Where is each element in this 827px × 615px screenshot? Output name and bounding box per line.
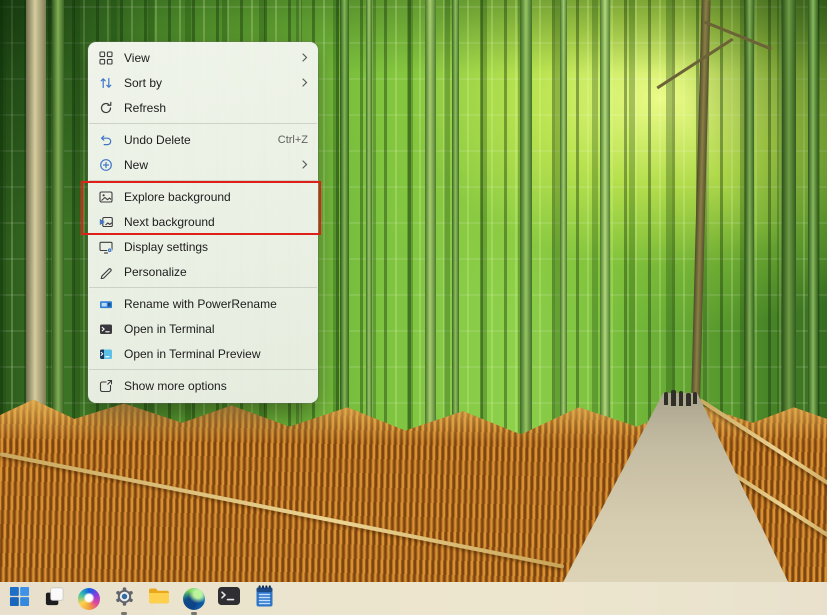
menu-item-explore-background[interactable]: Explore background — [88, 184, 318, 209]
terminal-icon — [98, 321, 113, 336]
menu-item-show-more-options[interactable]: Show more options — [88, 373, 318, 398]
powerrename-icon — [98, 296, 113, 311]
task-view-icon — [44, 586, 65, 612]
menu-item-new[interactable]: New — [88, 152, 318, 177]
edge-browser-icon — [183, 588, 205, 610]
menu-item-label: Personalize — [124, 265, 308, 279]
undo-icon — [98, 132, 113, 147]
folder-icon — [148, 587, 170, 610]
menu-item-open-in-terminal[interactable]: Open in Terminal — [88, 316, 318, 341]
taskbar-settings-button[interactable] — [112, 587, 136, 611]
menu-item-refresh[interactable]: Refresh — [88, 95, 318, 120]
taskbar-terminal-button[interactable] — [217, 587, 241, 611]
menu-item-label: Open in Terminal — [124, 322, 308, 336]
taskbar-copilot-button[interactable] — [77, 587, 101, 611]
running-indicator — [191, 612, 197, 615]
menu-item-label: Open in Terminal Preview — [124, 347, 308, 361]
menu-item-label: Display settings — [124, 240, 308, 254]
menu-item-personalize[interactable]: Personalize — [88, 259, 318, 284]
chevron-right-icon — [302, 78, 308, 87]
terminal-icon — [218, 587, 240, 610]
taskbar-file-explorer-button[interactable] — [147, 587, 171, 611]
person-silhouette — [686, 393, 691, 406]
menu-item-undo-delete[interactable]: Undo Delete Ctrl+Z — [88, 127, 318, 152]
terminal-preview-icon — [98, 346, 113, 361]
running-indicator — [121, 612, 127, 615]
notepad-icon — [256, 585, 273, 612]
taskbar-task-view-button[interactable] — [42, 587, 66, 611]
settings-gear-icon — [114, 586, 135, 612]
taskbar-start-button[interactable] — [7, 587, 31, 611]
menu-item-view[interactable]: View — [88, 45, 318, 70]
show-more-icon — [98, 378, 113, 393]
menu-separator — [89, 369, 317, 370]
chevron-right-icon — [302, 53, 308, 62]
refresh-icon — [98, 100, 113, 115]
view-grid-icon — [98, 50, 113, 65]
person-silhouette — [671, 390, 676, 406]
menu-item-label: Sort by — [124, 76, 294, 90]
menu-item-sort-by[interactable]: Sort by — [88, 70, 318, 95]
menu-item-label: Explore background — [124, 190, 308, 204]
menu-item-label: Undo Delete — [124, 133, 270, 147]
menu-item-rename-with-powerrename[interactable]: Rename with PowerRename — [88, 291, 318, 316]
display-settings-icon — [98, 239, 113, 254]
copilot-icon — [78, 588, 100, 610]
person-silhouette — [693, 392, 697, 404]
person-silhouette — [664, 392, 668, 405]
menu-item-label: Next background — [124, 215, 308, 229]
menu-item-display-settings[interactable]: Display settings — [88, 234, 318, 259]
person-silhouette — [679, 391, 683, 406]
menu-item-open-in-terminal-preview[interactable]: Open in Terminal Preview — [88, 341, 318, 366]
menu-item-label: Refresh — [124, 101, 308, 115]
next-image-icon — [98, 214, 113, 229]
context-menu: View Sort by Refresh Undo Delete Ctrl+Z — [88, 42, 318, 403]
image-icon — [98, 189, 113, 204]
menu-separator — [89, 180, 317, 181]
menu-separator — [89, 287, 317, 288]
taskbar-edge-button[interactable] — [182, 587, 206, 611]
menu-item-next-background[interactable]: Next background — [88, 209, 318, 234]
menu-item-label: Show more options — [124, 379, 308, 393]
menu-separator — [89, 123, 317, 124]
new-plus-icon — [98, 157, 113, 172]
desktop-screen: View Sort by Refresh Undo Delete Ctrl+Z — [0, 0, 827, 615]
windows-start-icon — [9, 586, 30, 612]
taskbar — [0, 582, 827, 615]
personalize-brush-icon — [98, 264, 113, 279]
chevron-right-icon — [302, 160, 308, 169]
taskbar-notepad-button[interactable] — [252, 587, 276, 611]
sort-arrows-icon — [98, 75, 113, 90]
menu-item-label: New — [124, 158, 294, 172]
menu-item-shortcut: Ctrl+Z — [278, 134, 308, 146]
menu-item-label: Rename with PowerRename — [124, 297, 308, 311]
menu-item-label: View — [124, 51, 294, 65]
